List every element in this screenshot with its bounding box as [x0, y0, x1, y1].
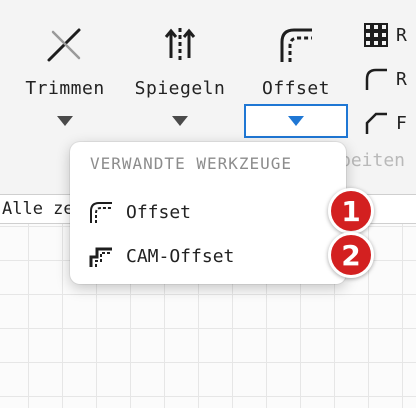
chevron-down-icon — [172, 116, 188, 126]
dropdown-item-cam-offset[interactable]: CAM-Offset — [84, 238, 324, 274]
round-corner-icon — [365, 68, 387, 90]
mirror-dropdown-button[interactable] — [128, 104, 232, 138]
array-tool-button[interactable]: R — [364, 20, 416, 50]
mirror-icon — [164, 28, 196, 60]
chamfer-tool-label: F — [396, 112, 407, 134]
trim-dropdown-button[interactable] — [13, 104, 117, 138]
offset-tool-label: Offset — [261, 78, 331, 99]
fillet-tool-button[interactable]: R — [364, 64, 416, 94]
offset-icon — [90, 202, 112, 223]
cam-offset-icon — [89, 247, 112, 267]
trim-tool-label: Trimmen — [25, 78, 105, 99]
filter-value: Alle ze — [2, 199, 74, 219]
dropdown-item-offset[interactable]: Offset — [84, 194, 324, 230]
mirror-tool-button[interactable]: Spiegeln — [130, 22, 230, 99]
step-badge-1: 1 — [328, 188, 374, 234]
trim-tool-button[interactable]: Trimmen — [15, 22, 115, 99]
grid-array-icon — [364, 23, 388, 47]
related-tools-dropdown: VERWANDTE WERKZEUGE Offset CAM-Offset — [70, 142, 346, 284]
chamfer-tool-button[interactable]: F — [364, 108, 416, 138]
dropdown-header: VERWANDTE WERKZEUGE — [90, 154, 293, 173]
dropdown-item-label: CAM-Offset — [126, 245, 235, 267]
offset-icon — [280, 28, 312, 62]
offset-dropdown-button[interactable] — [244, 104, 348, 138]
chamfer-icon — [365, 112, 387, 134]
trim-icon — [47, 28, 81, 62]
dropdown-item-label: Offset — [126, 201, 192, 223]
fillet-tool-label: R — [396, 68, 407, 90]
chevron-down-icon — [288, 116, 304, 126]
step-badge-2: 2 — [328, 232, 374, 278]
chevron-down-icon — [57, 116, 73, 126]
mirror-tool-label: Spiegeln — [134, 78, 226, 99]
ribbon-section-label: beiten — [340, 150, 406, 171]
offset-tool-button[interactable]: Offset — [246, 22, 346, 99]
array-tool-label: R — [396, 24, 407, 46]
